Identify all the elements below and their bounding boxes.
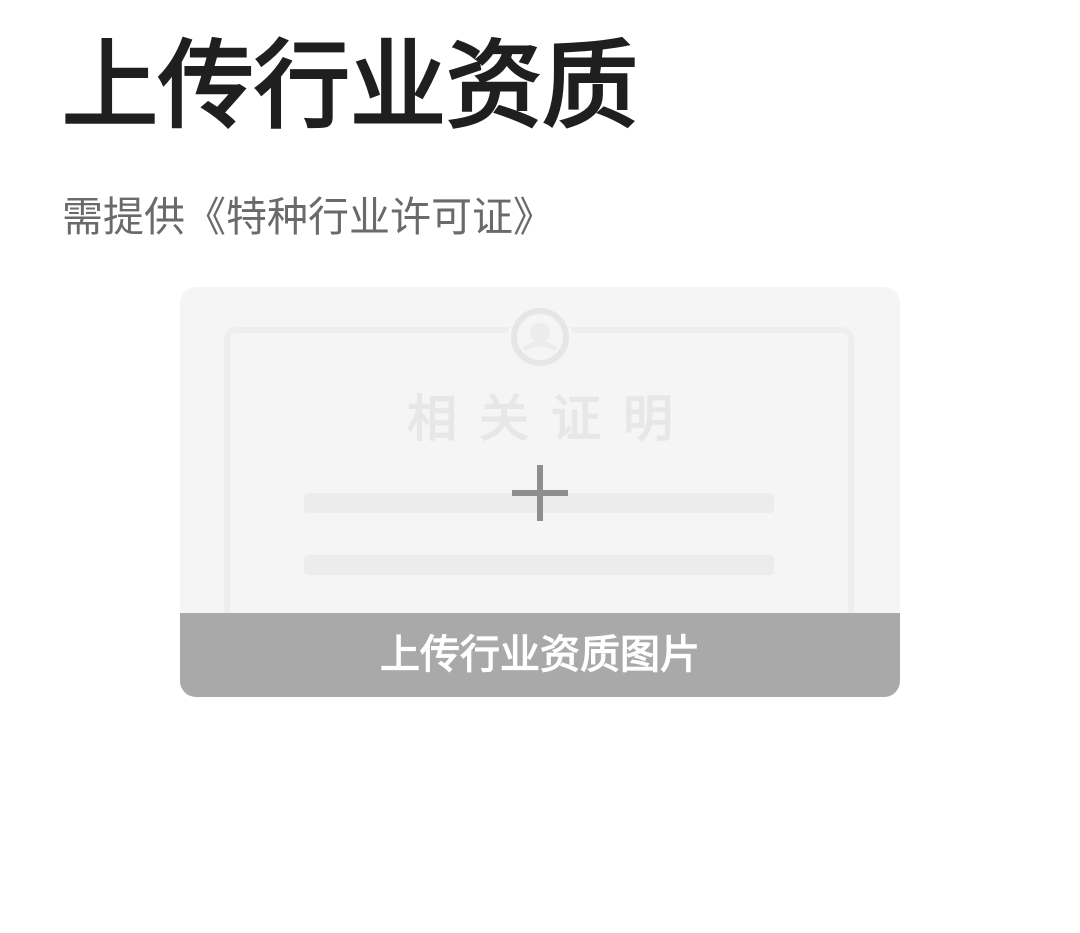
plus-icon[interactable] [510,463,570,523]
certificate-placeholder-label: 相关证明 [407,390,695,448]
placeholder-line [304,555,774,575]
qualification-upload-button[interactable]: 相关证明 上传行业资质图片 [180,287,900,697]
page-subtitle: 需提供《特种行业许可证》 [62,193,554,241]
emblem-icon [508,305,572,369]
upload-caption: 上传行业资质图片 [180,613,900,697]
page-title: 上传行业资质 [62,30,638,142]
